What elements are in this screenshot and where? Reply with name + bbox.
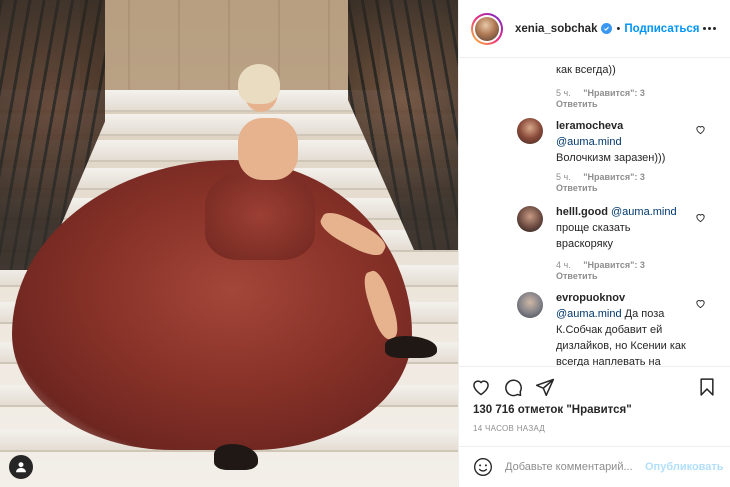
comment-line: leramocheva <box>556 118 688 134</box>
comment-text: как всегда)) <box>556 64 616 76</box>
comment-line: helll.good @auma.mind <box>556 204 688 220</box>
verified-badge-icon-glyph <box>604 26 610 31</box>
comment-time: 5 ч. <box>556 88 571 98</box>
commenter-avatar[interactable] <box>517 118 543 144</box>
comment-text: @auma.mind Да поза К.Собчак добавит ей д… <box>556 306 688 366</box>
comment-composer: Опубликовать <box>459 446 730 487</box>
comment-input[interactable] <box>505 461 641 473</box>
comment-username[interactable]: helll.good <box>556 206 608 218</box>
save-button[interactable] <box>697 377 717 397</box>
comment-like-icon[interactable] <box>695 212 706 223</box>
post-panel: xenia_sobchak • Подписаться как всегда)) <box>458 0 730 487</box>
post: xenia_sobchak • Подписаться как всегда)) <box>0 0 730 487</box>
user-tag-icon-glyph <box>16 462 26 473</box>
comment-button[interactable] <box>503 377 523 397</box>
heart-icon <box>473 380 489 396</box>
author-username[interactable]: xenia_sobchak <box>515 23 597 35</box>
follow-button[interactable]: Подписаться <box>624 23 699 35</box>
header-separator: • <box>616 22 621 35</box>
post-header: xenia_sobchak • Подписаться <box>459 0 730 58</box>
comment-body: evropuoknov @auma.mind Да поза К.Собчак … <box>556 290 688 366</box>
emoji-button[interactable] <box>473 457 493 477</box>
comment-mention[interactable]: @auma.mind <box>556 308 622 320</box>
comment-time: 4 ч. <box>556 260 571 270</box>
comment-like-icon[interactable] <box>695 298 706 309</box>
comment-like-icon[interactable] <box>695 124 706 135</box>
comment-text: проще сказать враскоряку <box>556 222 631 250</box>
user-tag-icon[interactable] <box>9 455 33 479</box>
comment-likes[interactable]: "Нравится": 3 <box>583 88 645 98</box>
more-dot <box>703 26 706 30</box>
heart-icon <box>696 300 705 309</box>
photo-shoulders <box>238 118 298 180</box>
reply-button[interactable]: Ответить <box>556 271 688 282</box>
likes-count[interactable]: 130 716 отметок "Нравится" <box>473 404 632 416</box>
author-avatar-image <box>475 16 499 41</box>
more-options-icon[interactable] <box>703 21 717 35</box>
comment-mention[interactable]: @auma.mind <box>556 136 622 148</box>
comments-list[interactable]: как всегда)) 5 ч. "Нравится": 3 Ответить… <box>459 58 730 366</box>
smiley-icon <box>474 458 492 476</box>
comment-body: leramocheva @auma.mind Волочкизм заразен… <box>556 118 688 166</box>
verified-badge-icon <box>601 23 613 34</box>
photo-shoe <box>385 336 437 358</box>
paper-plane-icon <box>535 378 555 397</box>
comment-bubble-icon <box>505 379 522 397</box>
author-avatar[interactable] <box>471 12 503 45</box>
photo-hair <box>238 64 280 104</box>
commenter-avatar[interactable] <box>517 292 543 318</box>
publish-button[interactable]: Опубликовать <box>645 461 724 473</box>
more-dot <box>708 26 711 30</box>
comment-meta-line: 5 ч. "Нравится": 3 <box>556 172 688 183</box>
comment-body: helll.good @auma.mind проще сказать врас… <box>556 204 688 252</box>
photo-wall <box>80 0 380 90</box>
comment-meta: 4 ч. "Нравится": 3 Ответить <box>556 260 688 282</box>
comment-meta: 5 ч. "Нравится": 3 Ответить <box>556 88 688 110</box>
like-button[interactable] <box>471 377 491 397</box>
reply-button[interactable]: Ответить <box>556 99 688 110</box>
bookmark-icon <box>700 378 714 396</box>
comment-mention[interactable]: @auma.mind <box>611 206 677 218</box>
comment-meta-line: 4 ч. "Нравится": 3 <box>556 260 688 271</box>
heart-icon <box>696 126 705 135</box>
post-photo[interactable] <box>0 0 458 487</box>
comment-line: @auma.mind <box>556 134 688 150</box>
comment-time: 5 ч. <box>556 172 571 182</box>
comment-username[interactable]: leramocheva <box>556 120 623 132</box>
photo-bodice <box>205 170 315 260</box>
post-time[interactable]: 14 ЧАСОВ НАЗАД <box>473 424 545 433</box>
action-bar <box>459 366 730 406</box>
comment-username[interactable]: evropuoknov <box>556 292 625 304</box>
heart-icon <box>696 214 705 223</box>
comment-likes[interactable]: "Нравится": 3 <box>583 260 645 270</box>
comment-body: как всегда)) <box>556 62 688 78</box>
reply-button[interactable]: Ответить <box>556 183 688 194</box>
comment-line: evropuoknov <box>556 290 688 306</box>
comment-likes[interactable]: "Нравится": 3 <box>583 172 645 182</box>
author-avatar-frame <box>473 14 501 43</box>
share-button[interactable] <box>535 377 555 397</box>
comment-meta: 5 ч. "Нравится": 3 Ответить <box>556 172 688 194</box>
commenter-avatar[interactable] <box>517 206 543 232</box>
comment-text: Волочкизм заразен))) <box>556 152 666 164</box>
more-dot <box>713 26 716 30</box>
comment-meta-line: 5 ч. "Нравится": 3 <box>556 88 688 99</box>
